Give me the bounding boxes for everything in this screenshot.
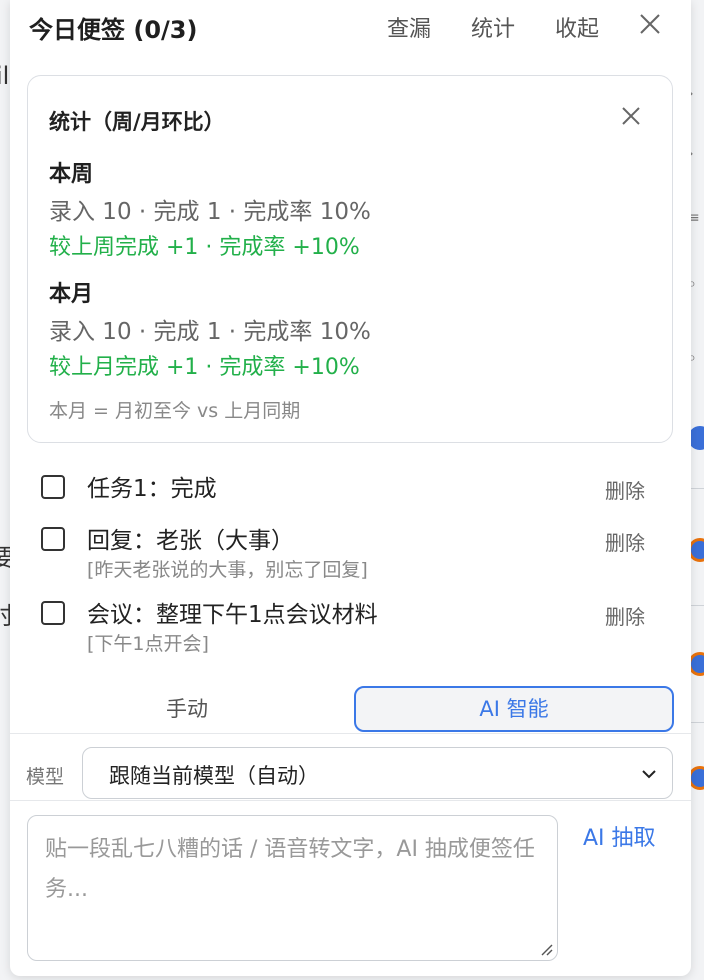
model-select-value: 跟随当前模型（自动） (109, 764, 319, 788)
close-icon[interactable] (636, 10, 664, 38)
stats-button[interactable]: 统计 (471, 11, 515, 43)
task-checkbox[interactable] (41, 601, 65, 625)
input-placeholder: 贴一段乱七八糟的话 / 语音转文字，AI 抽成便签任务... (45, 837, 535, 902)
collapse-button[interactable]: 收起 (555, 11, 599, 43)
tab-manual[interactable]: 手动 (27, 686, 347, 732)
delete-task-button[interactable]: 删除 (605, 601, 645, 630)
tab-ai[interactable]: AI 智能 (354, 686, 674, 732)
panel-title: 今日便签 (0/3) (29, 16, 198, 44)
week-compare: 较上周完成 +1 · 完成率 +10% (49, 235, 360, 260)
month-compare: 较上月完成 +1 · 完成率 +10% (49, 355, 360, 380)
task-title: 回复：老张（大事） (87, 528, 294, 554)
check-missing-button[interactable]: 查漏 (387, 11, 431, 43)
sticky-notes-panel: 今日便签 (0/3) 查漏 统计 收起 统计（周/月环比） 本周 录入 10 ·… (10, 0, 691, 976)
month-heading: 本月 (49, 282, 94, 307)
stats-note: 本月 = 月初至今 vs 上月同期 (49, 400, 301, 422)
model-select[interactable]: 跟随当前模型（自动） (82, 747, 673, 799)
delete-task-button[interactable]: 删除 (605, 527, 645, 556)
task-checkbox[interactable] (41, 527, 65, 551)
task-checkbox[interactable] (41, 475, 65, 499)
task-title: 任务1：完成 (87, 476, 217, 502)
close-icon[interactable] (618, 103, 644, 129)
month-summary: 录入 10 · 完成 1 · 完成率 10% (49, 319, 371, 345)
stats-title: 统计（周/月环比） (49, 110, 225, 134)
chevron-down-icon (642, 770, 656, 779)
resize-grip-icon[interactable] (539, 942, 553, 956)
stats-card: 统计（周/月环比） 本周 录入 10 · 完成 1 · 完成率 10% 较上周完… (27, 75, 673, 443)
ai-extract-button[interactable]: AI 抽取 (583, 820, 656, 852)
ai-input-textarea[interactable]: 贴一段乱七八糟的话 / 语音转文字，AI 抽成便签任务... (27, 815, 558, 961)
week-heading: 本周 (49, 162, 94, 187)
mode-tabs: 手动 AI 智能 (27, 686, 674, 732)
panel-header: 今日便签 (0/3) 查漏 统计 收起 (10, 0, 691, 52)
task-title: 会议：整理下午1点会议材料 (87, 602, 378, 628)
week-summary: 录入 10 · 完成 1 · 完成率 10% (49, 199, 371, 225)
model-label: 模型 (26, 766, 65, 788)
model-row: 模型 跟随当前模型（自动） (10, 733, 691, 801)
task-note: [昨天老张说的大事，别忘了回复] (87, 559, 368, 581)
task-note: [下午1点开会] (87, 633, 209, 655)
delete-task-button[interactable]: 删除 (605, 475, 645, 504)
